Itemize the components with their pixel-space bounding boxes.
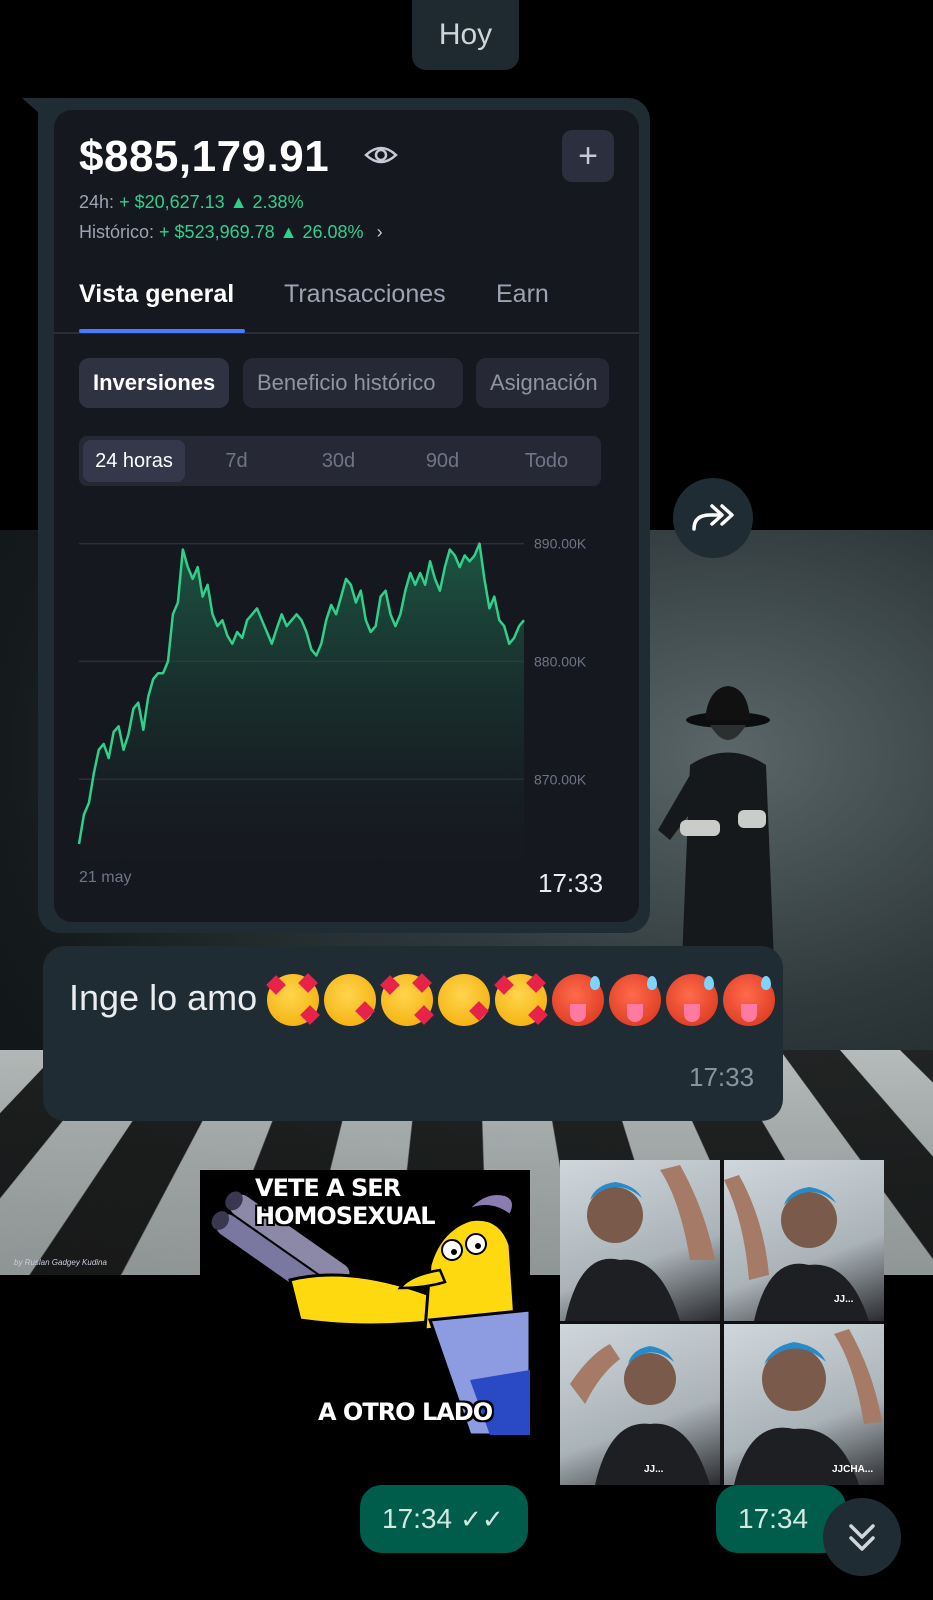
- kissing-emoji-icon: [324, 974, 376, 1026]
- tab-transacciones[interactable]: Transacciones: [284, 280, 446, 309]
- range-30d[interactable]: 30d: [291, 436, 386, 486]
- eye-icon: [364, 144, 398, 166]
- range-todo[interactable]: Todo: [499, 436, 594, 486]
- collage-tag: JJCHA...: [832, 1464, 873, 1475]
- y-tick-label: 870.00K: [534, 771, 587, 787]
- collage-cell: JJ...: [724, 1160, 884, 1321]
- hot-face-emoji-icon: [666, 974, 718, 1026]
- meme-top-text: VETE A SER HOMOSEXUAL: [255, 1174, 530, 1230]
- hot-face-emoji-icon: [552, 974, 604, 1026]
- hot-face-emoji-icon: [723, 974, 775, 1026]
- smiling-hearts-emoji-icon: [381, 974, 433, 1026]
- person-illustration: [724, 1160, 884, 1321]
- message-time: 17:34: [382, 1503, 452, 1535]
- smiling-hearts-emoji-icon: [267, 974, 319, 1026]
- plus-icon: +: [578, 137, 598, 176]
- emoji-group: [267, 977, 780, 1018]
- double-check-icon: ✓✓: [460, 1504, 504, 1535]
- message-time: 17:33: [538, 868, 603, 899]
- change-historic-row[interactable]: Histórico: + $523,969.78 ▲ 26.08% ›: [79, 222, 383, 243]
- range-7d[interactable]: 7d: [189, 436, 284, 486]
- message-time: 17:33: [689, 1062, 754, 1093]
- up-triangle-icon: ▲: [280, 222, 298, 242]
- forward-icon: [690, 503, 736, 533]
- y-tick-label: 890.00K: [534, 536, 587, 552]
- collage-cell: JJ...: [560, 1324, 720, 1485]
- meme-bottom-text: A OTRO LADO: [318, 1398, 492, 1426]
- portfolio-screenshot[interactable]: $885,179.91 + 24h: + $20,627.13 ▲ 2.38% …: [54, 110, 639, 922]
- meme-sticker[interactable]: VETE A SER HOMOSEXUAL A OTRO LADO: [200, 1170, 530, 1435]
- portfolio-chart: 890.00K 880.00K 870.00K 21 may: [54, 510, 639, 890]
- range-selector: 24 horas 7d 30d 90d Todo: [79, 436, 601, 486]
- chip-asignacion[interactable]: Asignación: [476, 358, 609, 408]
- double-chevron-down-icon: [845, 1520, 879, 1554]
- video-collage-image[interactable]: JJ... JJ... JJCHA...: [560, 1160, 884, 1485]
- portfolio-balance: $885,179.91: [79, 132, 329, 182]
- tab-bar: Vista general Transacciones Earn: [54, 280, 639, 334]
- range-90d[interactable]: 90d: [395, 436, 490, 486]
- chip-beneficio-historico[interactable]: Beneficio histórico: [243, 358, 463, 408]
- chip-inversiones[interactable]: Inversiones: [79, 358, 229, 408]
- active-tab-indicator: [79, 329, 245, 333]
- collage-cell: [560, 1160, 720, 1321]
- person-illustration: [724, 1324, 884, 1485]
- message-time: 17:34: [738, 1503, 808, 1535]
- tab-vista-general[interactable]: Vista general: [79, 280, 234, 309]
- sent-time-bubble[interactable]: 17:34 ✓✓: [360, 1485, 528, 1553]
- add-button[interactable]: +: [562, 130, 614, 182]
- wallpaper-watermark: by Ruslan Gadgey Kudina: [14, 1258, 107, 1267]
- person-illustration: [560, 1160, 720, 1321]
- x-tick-label: 21 may: [79, 869, 131, 886]
- tab-earn[interactable]: Earn: [496, 280, 549, 309]
- hot-face-emoji-icon: [609, 974, 661, 1026]
- person-illustration: [560, 1324, 720, 1485]
- smiling-hearts-emoji-icon: [495, 974, 547, 1026]
- text-message-bubble[interactable]: Inge lo amo 17:33: [43, 946, 783, 1121]
- y-tick-label: 880.00K: [534, 653, 587, 669]
- date-divider: Hoy: [412, 0, 519, 70]
- collage-cell: JJCHA...: [724, 1324, 884, 1485]
- change-24h-row: 24h: + $20,627.13 ▲ 2.38%: [79, 192, 304, 213]
- collage-tag: JJ...: [644, 1464, 663, 1475]
- scroll-down-button[interactable]: [823, 1498, 901, 1576]
- range-24h[interactable]: 24 horas: [83, 440, 185, 482]
- chevron-right-icon: ›: [377, 222, 383, 242]
- forward-button[interactable]: [673, 478, 753, 558]
- collage-tag: JJ...: [834, 1294, 853, 1305]
- message-text: Inge lo amo: [69, 968, 780, 1028]
- up-triangle-icon: ▲: [230, 192, 248, 212]
- kissing-emoji-icon: [438, 974, 490, 1026]
